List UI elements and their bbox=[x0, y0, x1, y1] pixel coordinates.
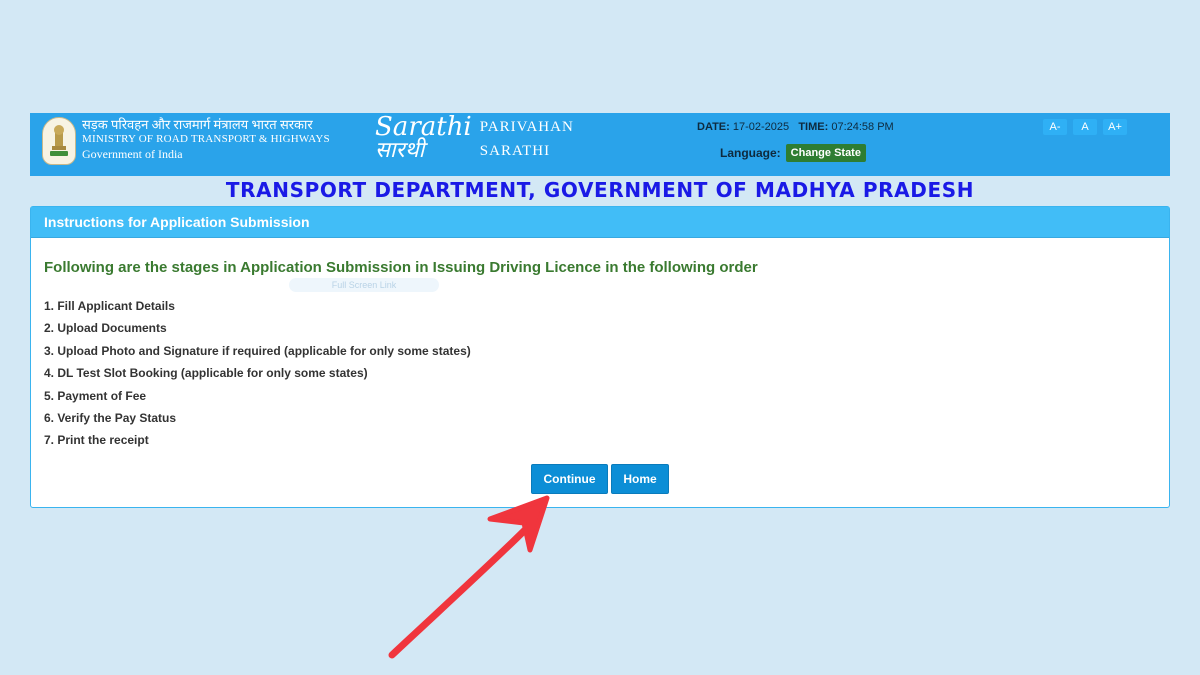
font-size-controls: A- A A+ bbox=[1043, 119, 1127, 135]
font-increase-button[interactable]: A+ bbox=[1103, 119, 1127, 135]
list-item: 5. Payment of Fee bbox=[44, 388, 147, 403]
continue-button[interactable]: Continue bbox=[531, 464, 608, 494]
parivahan-sarathi-text: PARIVAHAN SARATHI bbox=[480, 115, 574, 163]
sarathi-label: SARATHI bbox=[479, 143, 551, 159]
sarathi-logo-hindi: सारथी bbox=[375, 138, 425, 163]
list-item: 2. Upload Documents bbox=[44, 321, 167, 336]
date-value: 17-02-2025 bbox=[732, 121, 790, 133]
list-item: 4. DL Test Slot Booking (applicable for … bbox=[44, 366, 368, 381]
panel-heading: Instructions for Application Submission bbox=[31, 207, 1169, 238]
date-time: DATE: 17-02-2025 TIME: 07:24:58 PM bbox=[697, 121, 894, 133]
font-decrease-button[interactable]: A- bbox=[1043, 119, 1067, 135]
list-item: 3. Upload Photo and Signature if require… bbox=[44, 343, 471, 358]
sarathi-logo: Sarathi सारथी bbox=[375, 112, 472, 163]
change-state-button[interactable]: Change State bbox=[785, 144, 866, 162]
stages-list: 1. Fill Applicant Details 2. Upload Docu… bbox=[44, 297, 471, 454]
government-of-india: Government of India bbox=[82, 147, 183, 161]
ministry-text: सड़क परिवहन और राजमार्ग मंत्रालय भारत सर… bbox=[82, 117, 330, 165]
site-header: सड़क परिवहन और राजमार्ग मंत्रालय भारत सर… bbox=[30, 113, 1170, 176]
national-emblem-icon bbox=[42, 117, 76, 165]
ministry-branding: सड़क परिवहन और राजमार्ग मंत्रालय भारत सर… bbox=[42, 117, 330, 165]
ministry-hindi: सड़क परिवहन और राजमार्ग मंत्रालय भारत सर… bbox=[82, 117, 313, 132]
list-item: 7. Print the receipt bbox=[44, 433, 149, 448]
home-button[interactable]: Home bbox=[611, 464, 669, 494]
time-value: 07:24:58 PM bbox=[831, 121, 894, 133]
instructions-panel: Instructions for Application Submission … bbox=[30, 206, 1170, 508]
stages-title: Following are the stages in Application … bbox=[44, 259, 758, 276]
parivahan-label: PARIVAHAN bbox=[479, 119, 574, 135]
list-item: 1. Fill Applicant Details bbox=[44, 299, 175, 313]
time-label: TIME: bbox=[798, 121, 829, 133]
department-title: TRANSPORT DEPARTMENT, GOVERNMENT OF MADH… bbox=[225, 178, 975, 202]
sarathi-logo-english: Sarathi bbox=[375, 112, 472, 142]
list-item: 6. Verify the Pay Status bbox=[44, 410, 177, 425]
language-label: Language: bbox=[720, 146, 781, 160]
font-normal-button[interactable]: A bbox=[1073, 119, 1097, 135]
sarathi-branding: Sarathi सारथी PARIVAHAN SARATHI bbox=[375, 112, 574, 163]
full-screen-link[interactable]: Full Screen Link bbox=[289, 278, 439, 292]
ministry-english: MINISTRY OF ROAD TRANSPORT & HIGHWAYS bbox=[82, 133, 330, 145]
language-selector: Language: Change State bbox=[720, 144, 866, 162]
date-label: DATE: bbox=[697, 121, 730, 133]
